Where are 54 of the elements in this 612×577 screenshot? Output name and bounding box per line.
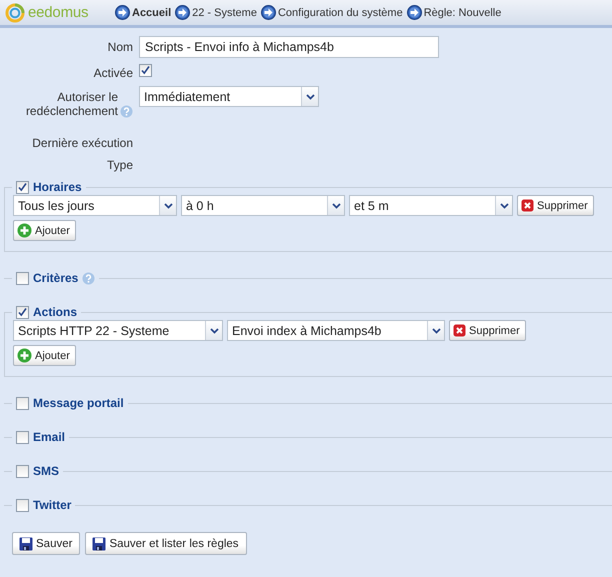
- name-field[interactable]: Scripts - Envoi info à Michamps4b: [139, 36, 439, 58]
- remove-icon: [453, 324, 466, 337]
- caret-icon: [332, 202, 340, 208]
- caret-icon: [306, 94, 314, 100]
- dropdown-field[interactable]: et 5 m: [349, 195, 513, 216]
- caret-icon: [164, 202, 172, 208]
- field-label: Autoriser le redéclenchement: [24, 90, 119, 118]
- field-label: Nom: [108, 40, 133, 54]
- arrow-circle-icon: [260, 5, 276, 20]
- arrow-circle-icon: [406, 5, 422, 20]
- dropdown-field[interactable]: Tous les jours: [13, 195, 177, 216]
- field-label: Dernière exécution: [32, 136, 133, 150]
- checkbox[interactable]: [16, 430, 29, 444]
- arrow-circle-icon: [115, 5, 130, 20]
- caret-icon: [210, 328, 218, 334]
- logo-icon: [5, 2, 25, 22]
- dropdown-field[interactable]: Envoi index à Michamps4b: [227, 320, 445, 341]
- arrow-circle-icon: [175, 5, 190, 20]
- add-icon: [17, 223, 32, 238]
- save-button[interactable]: Sauver: [12, 532, 80, 555]
- checkbox[interactable]: [139, 64, 152, 77]
- checkbox[interactable]: [16, 306, 29, 318]
- breadcrumb-link[interactable]: Configuration du système: [260, 5, 403, 20]
- breadcrumb-link[interactable]: 22 - Systeme: [175, 5, 257, 20]
- help-icon[interactable]: [82, 272, 96, 284]
- save-button[interactable]: Sauver et lister les règles: [85, 532, 247, 555]
- remove-button[interactable]: Supprimer: [449, 320, 526, 341]
- section-title: Message portail: [33, 396, 124, 410]
- dropdown-field[interactable]: Scripts HTTP 22 - Systeme: [13, 320, 223, 341]
- section-title: Email: [33, 430, 66, 444]
- remove-button[interactable]: Supprimer: [517, 195, 594, 216]
- section-title: Twitter: [33, 498, 72, 512]
- caret-icon: [500, 202, 508, 208]
- add-button[interactable]: Ajouter: [13, 220, 76, 241]
- help-icon[interactable]: [120, 105, 133, 118]
- breadcrumb-link[interactable]: Règle: Nouvelle: [406, 5, 502, 20]
- field-label: Type: [106, 158, 133, 172]
- section-title: SMS: [33, 464, 60, 478]
- caret-icon: [432, 328, 440, 334]
- add-icon: [17, 348, 32, 363]
- add-button[interactable]: Ajouter: [13, 345, 76, 366]
- section-title: Actions: [33, 305, 78, 319]
- breadcrumb-link[interactable]: Accueil: [115, 5, 172, 20]
- dropdown-field[interactable]: à 0 h: [181, 195, 345, 216]
- checkbox[interactable]: [16, 180, 29, 194]
- checkbox[interactable]: [16, 396, 29, 410]
- section-title: Critères: [33, 271, 78, 285]
- checkbox[interactable]: [16, 498, 29, 512]
- remove-icon: [521, 199, 534, 212]
- field-label: Activée: [94, 66, 133, 80]
- checkbox[interactable]: [16, 464, 29, 478]
- section-title: Horaires: [33, 180, 82, 194]
- dropdown-field[interactable]: Immédiatement: [139, 86, 319, 107]
- checkbox[interactable]: [16, 272, 29, 284]
